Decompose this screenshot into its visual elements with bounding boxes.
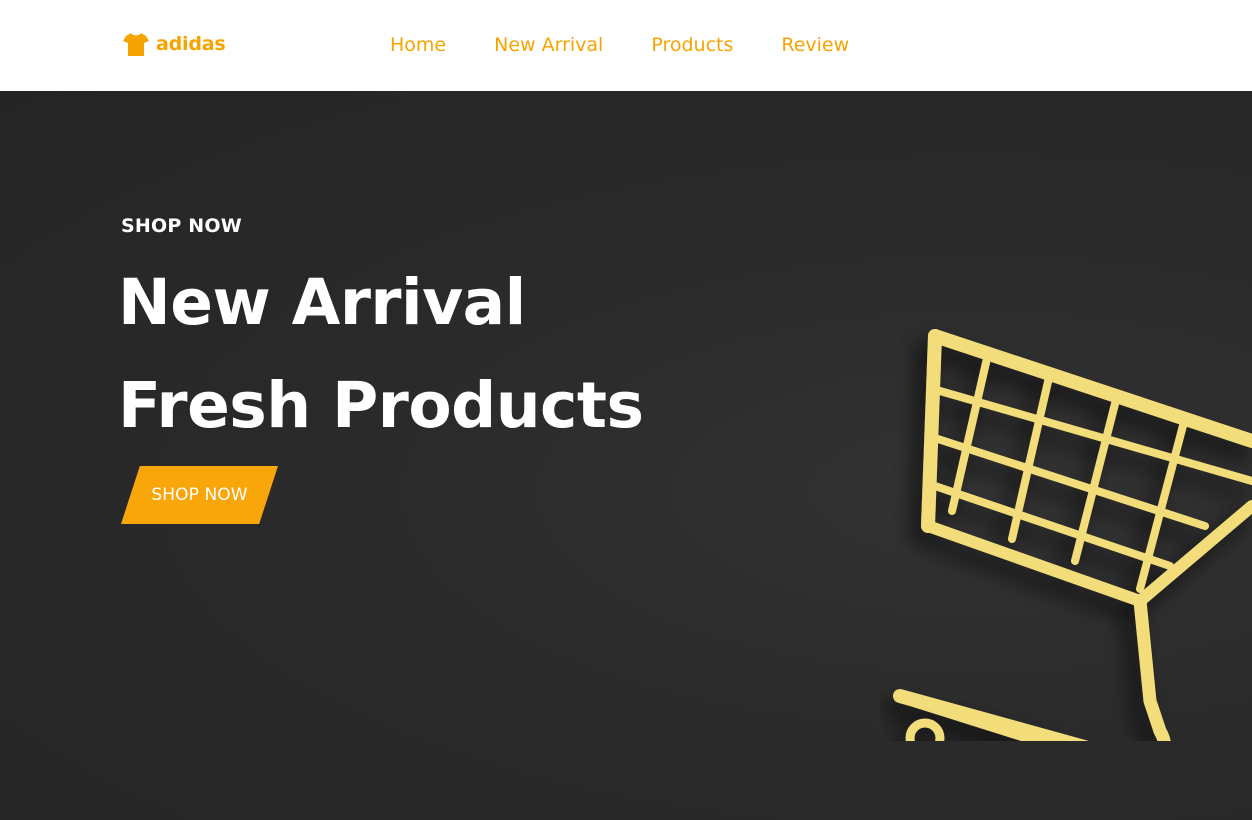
- main-nav: Home New Arrival Products Review: [390, 30, 849, 60]
- hero-title-line-1: New Arrival: [118, 266, 526, 339]
- hero-eyebrow: SHOP NOW: [121, 215, 242, 237]
- shop-now-button-label: SHOP NOW: [151, 485, 248, 505]
- hero-banner: SHOP NOW New Arrival Fresh Products SHOP…: [0, 91, 1252, 820]
- hero-title-line-2: Fresh Products: [118, 369, 644, 442]
- hero-title: New Arrival Fresh Products: [118, 251, 644, 457]
- nav-item-new-arrival[interactable]: New Arrival: [494, 30, 603, 60]
- shop-now-button[interactable]: SHOP NOW: [121, 466, 278, 524]
- brand-logo-link[interactable]: adidas: [122, 30, 226, 58]
- nav-item-products[interactable]: Products: [651, 30, 733, 60]
- tshirt-icon: [123, 33, 149, 56]
- brand-name: adidas: [156, 33, 226, 55]
- nav-item-home[interactable]: Home: [390, 30, 446, 60]
- nav-item-review[interactable]: Review: [781, 30, 849, 60]
- shopping-cart-icon: [893, 329, 1252, 741]
- site-header: adidas Home New Arrival Products Review: [0, 0, 1252, 91]
